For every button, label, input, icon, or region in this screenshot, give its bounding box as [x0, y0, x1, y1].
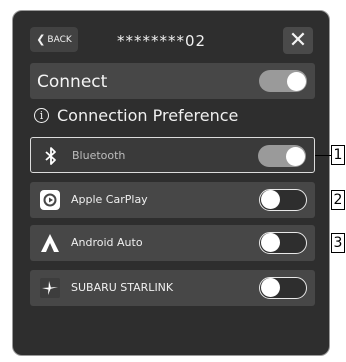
option-label: Apple CarPlay	[71, 193, 148, 206]
subaru-starlink-toggle[interactable]	[259, 277, 307, 299]
toggle-knob	[286, 146, 305, 166]
bluetooth-toggle[interactable]	[258, 145, 306, 167]
callout-3: 3	[331, 233, 345, 253]
section-title: Connection Preference	[57, 106, 239, 125]
callout-leader	[315, 155, 331, 156]
back-button-label: BACK	[47, 34, 72, 45]
option-apple-carplay[interactable]: Apple CarPlay	[30, 182, 315, 218]
close-button[interactable]: ✕	[283, 27, 313, 54]
callout-1: 1	[331, 145, 345, 165]
toggle-knob	[287, 71, 306, 91]
bluetooth-icon	[45, 147, 56, 165]
connect-toggle[interactable]	[259, 70, 307, 92]
info-icon[interactable]: i	[34, 108, 49, 123]
connection-preference-heading: i Connection Preference	[34, 106, 238, 125]
option-subaru-starlink[interactable]: SUBARU STARLINK	[30, 270, 315, 306]
android-auto-icon	[41, 234, 59, 252]
connect-row: Connect	[30, 63, 315, 99]
toggle-knob	[261, 233, 280, 252]
toggle-knob	[261, 190, 280, 209]
connect-label: Connect	[37, 72, 108, 92]
toggle-knob	[261, 278, 280, 297]
close-icon: ✕	[288, 27, 308, 53]
android-auto-toggle[interactable]	[259, 232, 307, 254]
option-label: SUBARU STARLINK	[71, 281, 174, 294]
chevron-left-icon: ❮	[36, 33, 46, 46]
apple-carplay-icon	[40, 190, 60, 210]
option-bluetooth[interactable]: Bluetooth	[30, 137, 315, 173]
option-android-auto[interactable]: Android Auto	[30, 225, 315, 261]
device-name: ********02	[117, 32, 207, 50]
option-label: Bluetooth	[72, 149, 126, 162]
subaru-starlink-icon	[40, 278, 60, 298]
callout-2: 2	[331, 190, 345, 210]
back-button[interactable]: ❮ BACK	[30, 27, 78, 52]
apple-carplay-toggle[interactable]	[259, 189, 307, 211]
option-label: Android Auto	[71, 236, 143, 249]
